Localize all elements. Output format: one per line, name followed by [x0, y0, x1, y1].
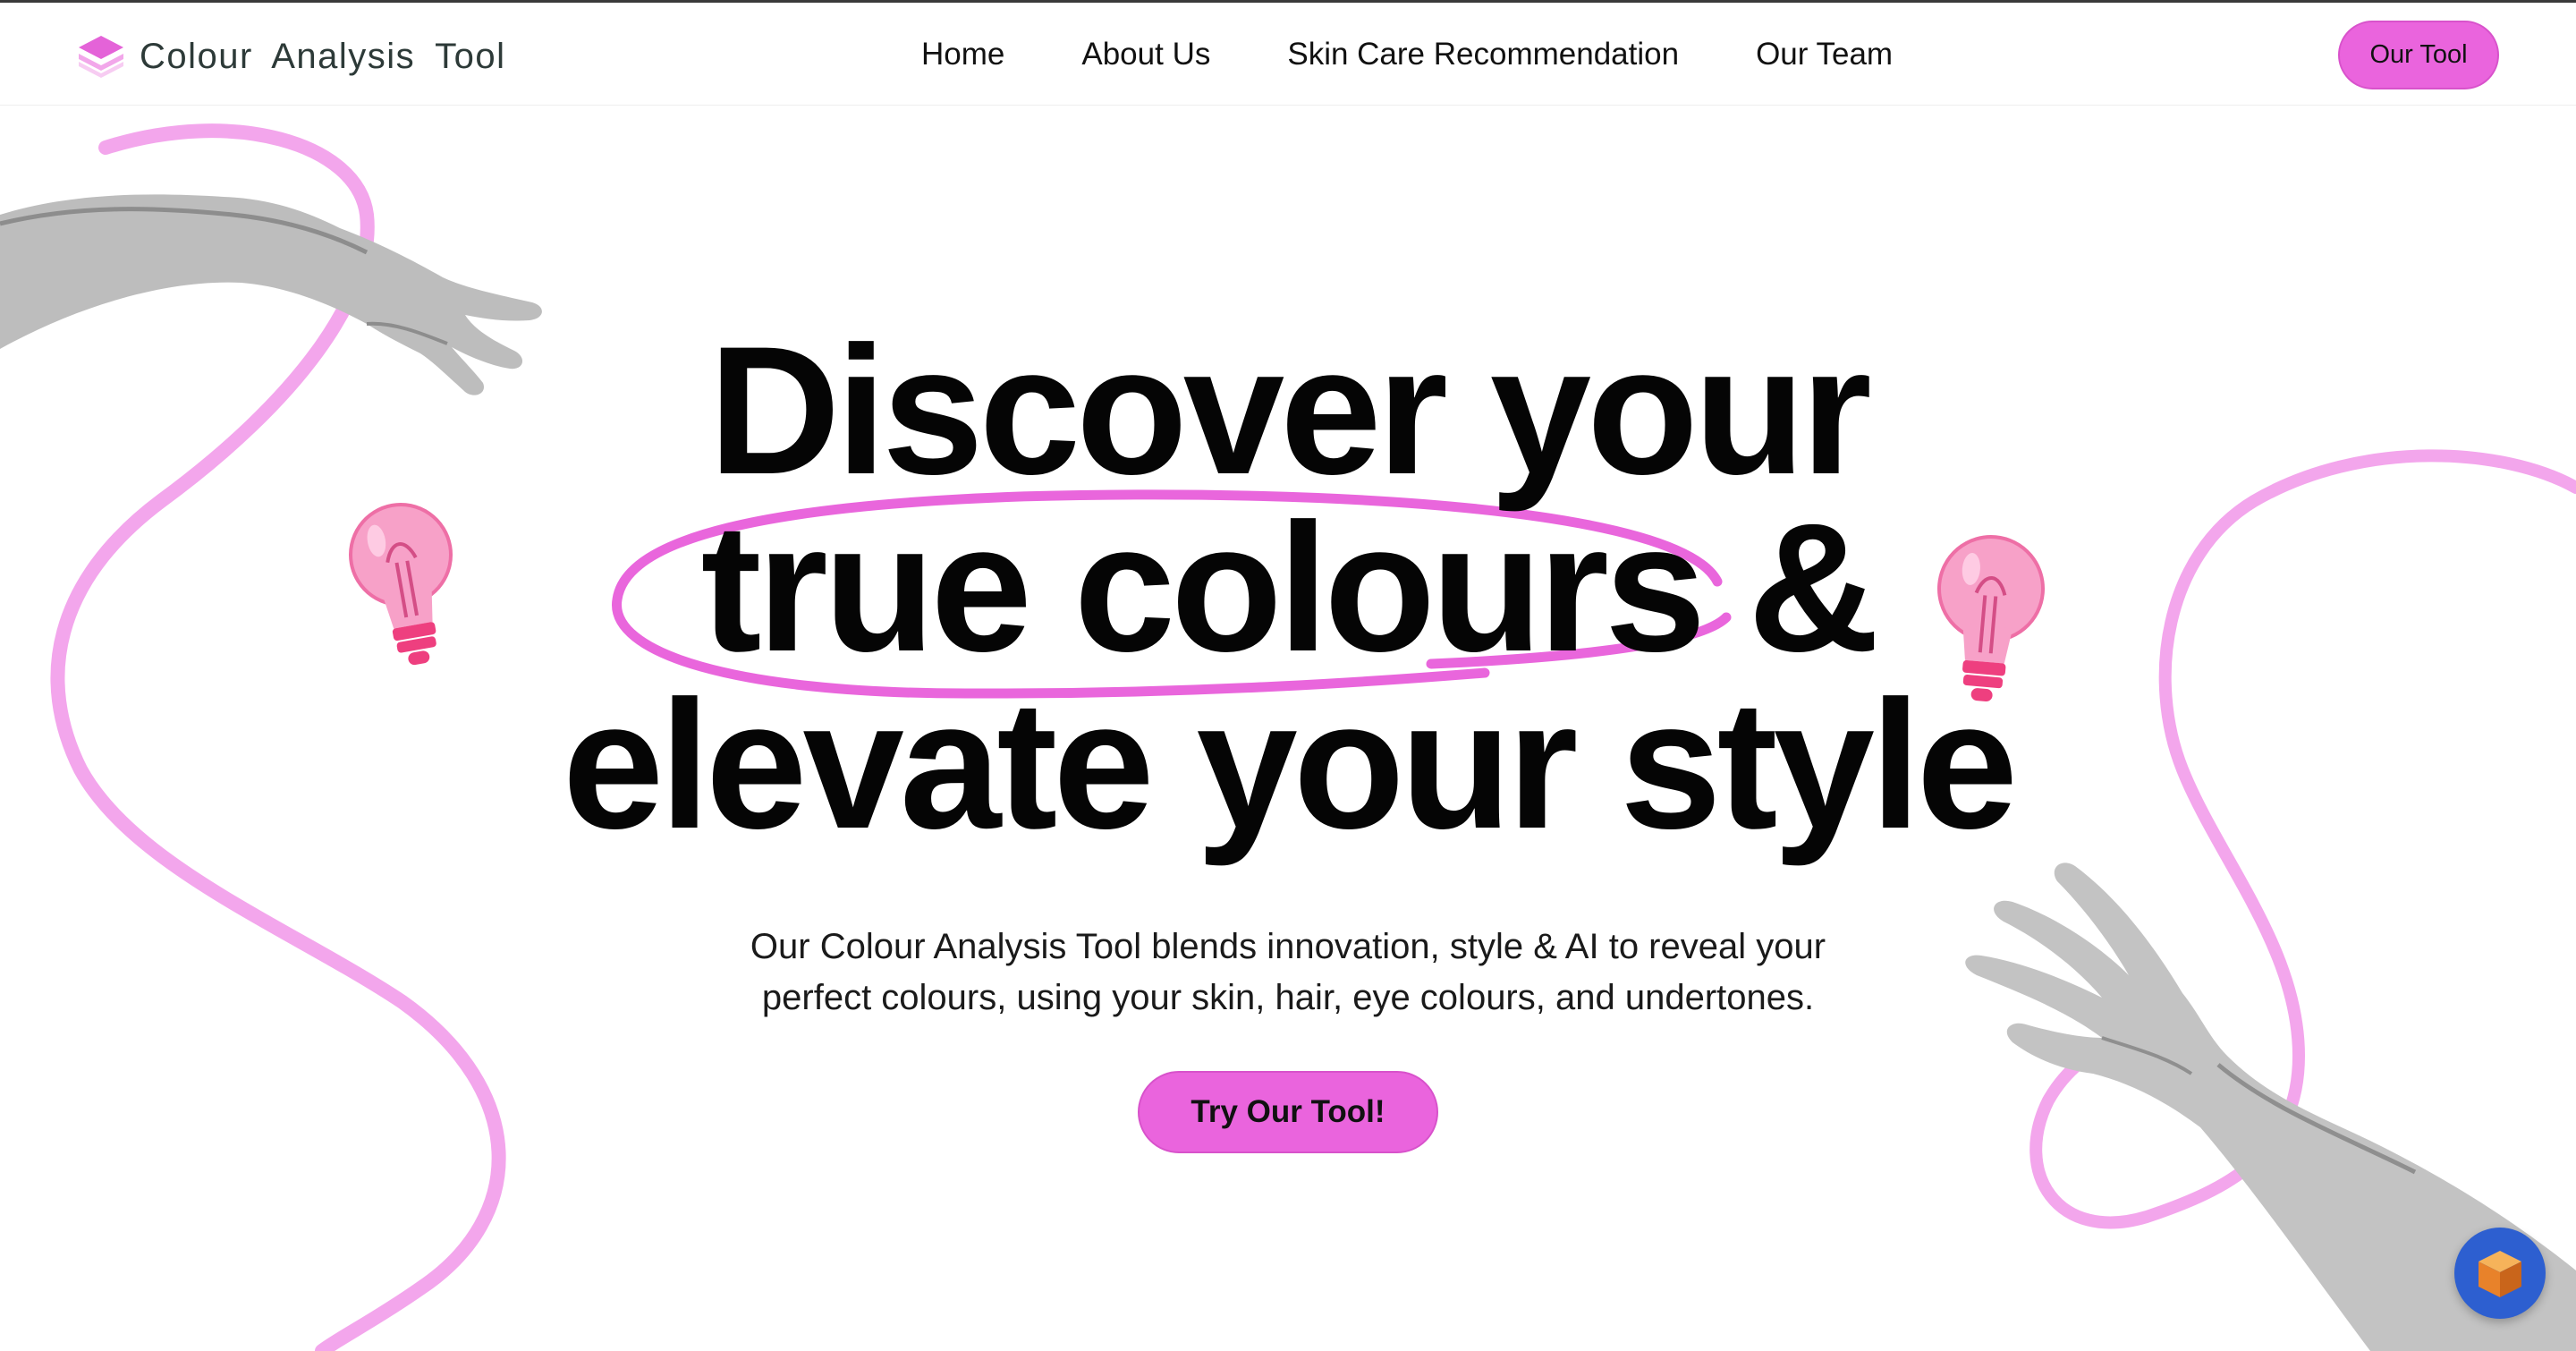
- brand[interactable]: Colour Analysis Tool: [75, 30, 505, 83]
- nav-menu: Home About Us Skin Care Recommendation O…: [921, 37, 1893, 72]
- hero-description: Our Colour Analysis Tool blends innovati…: [626, 922, 1950, 1024]
- page: Colour Analysis Tool Home About Us Skin …: [0, 0, 2576, 1351]
- cube-icon: [2479, 1251, 2521, 1297]
- hero-heading-line-2: true colours &: [700, 486, 1880, 690]
- nav-item-skin-care-recommendation[interactable]: Skin Care Recommendation: [1287, 37, 1679, 72]
- nav-item-home[interactable]: Home: [921, 37, 1004, 72]
- hero-heading-line-3: elevate your style: [562, 663, 2018, 867]
- hero-heading: Discover your true colours & elevate you…: [0, 309, 2576, 867]
- our-tool-button[interactable]: Our Tool: [2338, 21, 2499, 89]
- hero-description-line-1: Our Colour Analysis Tool blends innovati…: [750, 927, 1826, 966]
- nav-item-our-team[interactable]: Our Team: [1756, 37, 1893, 72]
- hero-section: Discover your true colours & elevate you…: [0, 309, 2576, 867]
- brand-name: Colour Analysis Tool: [140, 36, 506, 76]
- hero-heading-line-1: Discover your: [708, 309, 1872, 513]
- layers-icon: [79, 36, 123, 78]
- try-our-tool-button[interactable]: Try Our Tool!: [1138, 1071, 1438, 1153]
- hero-description-line-2: perfect colours, using your skin, hair, …: [761, 978, 1815, 1017]
- chat-widget-button[interactable]: [2454, 1228, 2546, 1319]
- nav-item-about-us[interactable]: About Us: [1081, 37, 1210, 72]
- top-navigation: Colour Analysis Tool Home About Us Skin …: [0, 3, 2576, 106]
